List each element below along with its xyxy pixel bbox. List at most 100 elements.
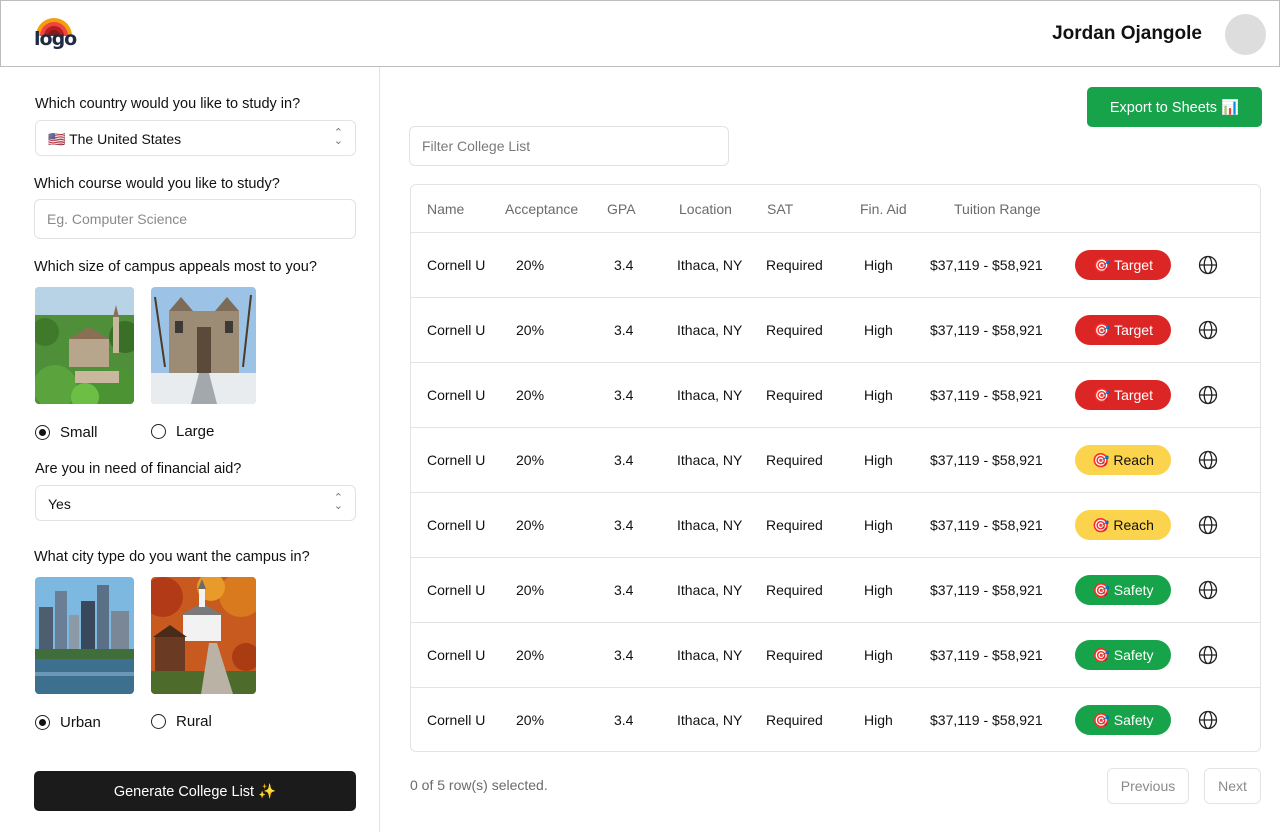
city-type-urban-label: Urban — [60, 714, 101, 731]
college-table: Name Acceptance GPA Location SAT Fin. Ai… — [410, 184, 1261, 752]
column-header-gpa[interactable]: GPA — [607, 201, 636, 217]
category-badge-reach: 🎯 Reach — [1075, 445, 1171, 475]
radio-unselected-icon — [151, 714, 166, 729]
column-header-name[interactable]: Name — [427, 201, 464, 217]
top-header: logo Jordan Ojangole — [0, 0, 1280, 67]
logo-text: logo — [34, 28, 77, 50]
city-type-rural-label: Rural — [176, 713, 212, 730]
cell-name: Cornell U — [427, 257, 486, 273]
campus-size-question: Which size of campus appeals most to you… — [34, 259, 317, 275]
globe-icon[interactable] — [1198, 255, 1218, 275]
cell-tuition: $37,119 - $58,921 — [930, 647, 1043, 663]
user-name: Jordan Ojangole — [1052, 23, 1202, 44]
cell-acceptance: 20% — [516, 517, 545, 533]
campus-size-small-radio[interactable]: Small — [35, 424, 98, 441]
cell-name: Cornell U — [427, 647, 486, 663]
urban-city-photo — [35, 577, 134, 694]
category-badge-safety: 🎯 Safety — [1075, 640, 1171, 670]
column-header-sat[interactable]: SAT — [767, 201, 793, 217]
city-type-rural-radio[interactable]: Rural — [151, 713, 212, 730]
generate-college-list-button[interactable]: Generate College List ✨ — [34, 771, 356, 811]
cell-acceptance: 20% — [516, 322, 545, 338]
cell-tuition: $37,119 - $58,921 — [930, 322, 1043, 338]
table-row[interactable]: Cornell U 20% 3.4 Ithaca, NY Required High $37… — [411, 298, 1260, 363]
logo[interactable]: logo — [34, 18, 78, 52]
table-row[interactable]: Cornell U 20% 3.4 Ithaca, NY Required High $37… — [411, 558, 1260, 623]
cell-fin-aid: High — [864, 517, 893, 533]
cell-gpa: 3.4 — [614, 582, 634, 598]
selection-status: 0 of 5 row(s) selected. — [410, 777, 548, 793]
cell-fin-aid: High — [864, 712, 893, 728]
cell-acceptance: 20% — [516, 712, 545, 728]
globe-icon[interactable] — [1198, 580, 1218, 600]
cell-location: Ithaca, NY — [677, 322, 743, 338]
urban-campus-image[interactable] — [35, 577, 134, 694]
cell-location: Ithaca, NY — [677, 582, 743, 598]
cell-tuition: $37,119 - $58,921 — [930, 387, 1043, 403]
cell-acceptance: 20% — [516, 452, 545, 468]
aid-select[interactable]: Yes ⌃ ⌄ — [35, 485, 356, 521]
cell-sat: Required — [766, 322, 823, 338]
cell-name: Cornell U — [427, 712, 486, 728]
chevron-up-down-icon: ⌃ ⌄ — [333, 127, 343, 147]
globe-icon[interactable] — [1198, 710, 1218, 730]
category-badge-target: 🎯 Target — [1075, 315, 1171, 345]
export-to-sheets-button[interactable]: Export to Sheets 📊 — [1087, 87, 1262, 127]
globe-icon[interactable] — [1198, 645, 1218, 665]
course-input[interactable] — [35, 200, 355, 238]
cell-name: Cornell U — [427, 582, 486, 598]
cell-name: Cornell U — [427, 452, 486, 468]
rural-campus-image[interactable] — [151, 577, 256, 694]
filter-field — [409, 126, 729, 166]
cell-location: Ithaca, NY — [677, 647, 743, 663]
category-badge-reach: 🎯 Reach — [1075, 510, 1171, 540]
column-header-acceptance[interactable]: Acceptance — [505, 201, 578, 217]
cell-name: Cornell U — [427, 517, 486, 533]
cell-fin-aid: High — [864, 452, 893, 468]
cell-tuition: $37,119 - $58,921 — [930, 257, 1043, 273]
campus-size-small-label: Small — [60, 424, 98, 441]
column-header-fin-aid[interactable]: Fin. Aid — [860, 201, 907, 217]
rural-village-photo — [151, 577, 256, 694]
large-campus-photo — [151, 287, 256, 404]
column-header-location[interactable]: Location — [679, 201, 732, 217]
radio-unselected-icon — [151, 424, 166, 439]
large-campus-image[interactable] — [151, 287, 256, 404]
category-badge-safety: 🎯 Safety — [1075, 705, 1171, 735]
column-header-tuition[interactable]: Tuition Range — [954, 201, 1041, 217]
avatar[interactable] — [1225, 14, 1266, 55]
cell-location: Ithaca, NY — [677, 257, 743, 273]
table-row[interactable]: Cornell U 20% 3.4 Ithaca, NY Required High $37… — [411, 233, 1260, 298]
globe-icon[interactable] — [1198, 515, 1218, 535]
table-row[interactable]: Cornell U 20% 3.4 Ithaca, NY Required High $37… — [411, 493, 1260, 558]
cell-acceptance: 20% — [516, 582, 545, 598]
category-badge-target: 🎯 Target — [1075, 250, 1171, 280]
country-select[interactable]: 🇺🇸 The United States ⌃ ⌄ — [35, 120, 356, 156]
globe-icon[interactable] — [1198, 320, 1218, 340]
table-row[interactable]: Cornell U 20% 3.4 Ithaca, NY Required High $37… — [411, 623, 1260, 688]
filter-college-input[interactable] — [410, 127, 728, 165]
cell-tuition: $37,119 - $58,921 — [930, 582, 1043, 598]
city-type-urban-radio[interactable]: Urban — [35, 714, 101, 731]
table-row[interactable]: Cornell U 20% 3.4 Ithaca, NY Required High $37… — [411, 428, 1260, 493]
table-row[interactable]: Cornell U 20% 3.4 Ithaca, NY Required High $37… — [411, 363, 1260, 428]
previous-page-button[interactable]: Previous — [1107, 768, 1189, 804]
table-row[interactable]: Cornell U 20% 3.4 Ithaca, NY Required High $37… — [411, 688, 1260, 751]
cell-sat: Required — [766, 517, 823, 533]
globe-icon[interactable] — [1198, 450, 1218, 470]
cell-sat: Required — [766, 582, 823, 598]
cell-gpa: 3.4 — [614, 322, 634, 338]
cell-sat: Required — [766, 647, 823, 663]
aid-question: Are you in need of financial aid? — [35, 461, 242, 477]
radio-selected-icon — [35, 715, 50, 730]
cell-location: Ithaca, NY — [677, 452, 743, 468]
radio-selected-icon — [35, 425, 50, 440]
small-campus-image[interactable] — [35, 287, 134, 404]
globe-icon[interactable] — [1198, 385, 1218, 405]
next-page-button[interactable]: Next — [1204, 768, 1261, 804]
category-badge-target: 🎯 Target — [1075, 380, 1171, 410]
category-badge-safety: 🎯 Safety — [1075, 575, 1171, 605]
cell-location: Ithaca, NY — [677, 517, 743, 533]
campus-size-large-radio[interactable]: Large — [151, 423, 214, 440]
cell-gpa: 3.4 — [614, 517, 634, 533]
